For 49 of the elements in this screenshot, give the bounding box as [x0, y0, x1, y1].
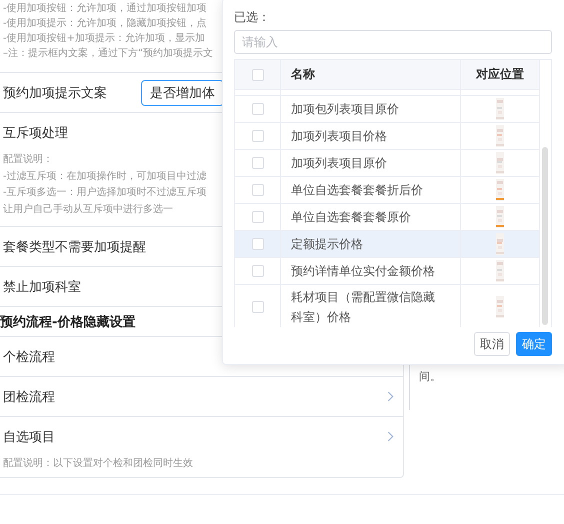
search-field[interactable]: 请输入 [234, 30, 552, 54]
select-all-checkbox[interactable] [252, 68, 264, 80]
table-cell-text: 加项包列表项目原价 [291, 101, 400, 118]
table-cell-text: 单位自选套餐套餐折后价 [291, 182, 424, 199]
selected-label: 已选： [234, 9, 271, 25]
column-header: 名称 [291, 66, 315, 83]
table-cell-text: 加项列表项目价格 [291, 128, 388, 145]
table-row[interactable]: 单位自选套餐套餐原价 [235, 204, 539, 231]
config-note: 配置说明：以下设置对个检和团检同时生效 [3, 456, 193, 471]
setting-label: 个检流程 [3, 348, 55, 366]
table-row[interactable]: 预约详情单位实付金额价格 [235, 258, 539, 285]
row-checkbox[interactable] [252, 211, 264, 223]
section-heading: 预约流程-价格隐藏设置 [0, 314, 136, 330]
chevron-right-icon[interactable] [387, 431, 394, 442]
config-note: 配置说明： [3, 152, 53, 167]
setting-label: 禁止加项科室 [3, 278, 81, 296]
cancel-button[interactable]: 取消 [474, 332, 510, 356]
setting-label: 互斥项处理 [3, 124, 68, 142]
row-checkbox[interactable] [252, 130, 264, 142]
table-row[interactable]: 定额提示价格 [235, 231, 539, 258]
table-cell-text: 定额提示价格 [291, 236, 364, 253]
setting-label: 自选项目 [3, 428, 55, 446]
row-checkbox[interactable] [252, 300, 264, 312]
table-row[interactable]: 加项列表项目价格 [235, 123, 539, 150]
table-cell-text: 预约详情单位实付金额价格 [291, 263, 436, 280]
chevron-right-icon[interactable] [387, 391, 394, 402]
row-checkbox[interactable] [252, 103, 264, 115]
config-note: –注：提示框内文案，通过下方“预约加项提示文 [3, 46, 214, 61]
config-note: -使用加项按钮+加项提示：允许加项，显示加 [3, 32, 205, 46]
table-row[interactable]: 加项列表项目原价 [235, 150, 539, 177]
row-checkbox[interactable] [252, 184, 264, 196]
config-note: -使用加项提示：允许加项，隐藏加项按钮，点 [3, 16, 207, 31]
config-note: 让用户自己手动从互斥项中进行多选一 [3, 202, 173, 216]
column-header: 对应位置 [476, 66, 524, 83]
table-cell-text: 单位自选套餐套餐原价 [291, 209, 412, 226]
table-row[interactable]: 单位自选套餐套餐折后价 [235, 177, 539, 204]
config-note: -过滤互斥项：在加项操作时，可加项目中过滤 [3, 170, 207, 184]
config-note: -互斥项多选一：用户选择加项时不过滤互斥项 [3, 186, 207, 200]
setting-label: 套餐类型不需要加项提醒 [3, 238, 146, 256]
row-checkbox[interactable] [252, 238, 264, 250]
setting-label: 预约加项提示文案 [3, 84, 107, 102]
table-row[interactable]: 加项包列表项目原价 [235, 96, 539, 123]
table-cell-text: 加项列表项目原价 [291, 155, 388, 172]
row-checkbox[interactable] [252, 265, 264, 277]
config-note: -使用加项按钮：允许加项，通过加项按钮加项 [3, 2, 207, 16]
row-checkbox[interactable] [252, 157, 264, 169]
table-cell-text: 耗材项目（需配置微信隐藏科室）价格 [291, 288, 436, 326]
description-text: 间。 [419, 370, 441, 383]
setting-label: 团检流程 [3, 388, 55, 406]
